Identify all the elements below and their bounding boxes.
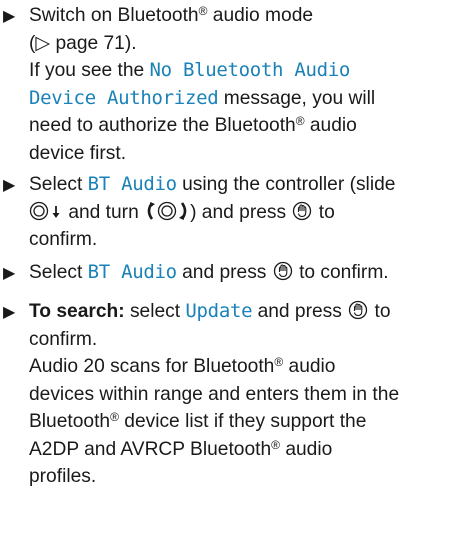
text-line: To search: select Update and press to (29, 298, 461, 326)
text-segment: audio (304, 115, 357, 136)
text-line: Select BT Audio and press to confirm. (29, 259, 461, 287)
text-segment: device first. (29, 142, 127, 164)
text-segment: audio (279, 438, 333, 460)
ui-term-highlight: BT Audio (87, 261, 177, 283)
text-segment: A2DP and AVRCP Bluetooth (29, 438, 272, 460)
text-segment: select (124, 301, 186, 322)
step-text: Select BT Audio using the controller (sl… (29, 171, 461, 254)
text-line: confirm. (29, 226, 461, 254)
registered-mark: ® (271, 437, 280, 452)
text-segment: confirm. (29, 229, 98, 250)
text-segment: using the controller (slide (176, 174, 396, 195)
bold-lead-in: To search: (29, 301, 125, 322)
text-segment: ) and press (190, 201, 292, 223)
bullet-arrow-icon: ▶ (3, 265, 16, 282)
text-segment: (▷ page 71). (29, 32, 137, 54)
ui-term-highlight: No Bluetooth Audio (149, 59, 351, 81)
text-segment: devices within range and enters them in … (29, 383, 400, 405)
text-line: confirm. (29, 326, 461, 354)
step-text: Switch on Bluetooth® audio mode (▷ page 7… (29, 2, 461, 167)
step-text: Select BT Audio and press to confirm. (29, 259, 461, 287)
text-line: need to authorize the Bluetooth® audio (29, 112, 461, 140)
text-segment: Switch on Bluetooth (29, 5, 199, 26)
text-line: Bluetooth® device list if they support t… (29, 408, 461, 436)
text-segment: Audio 20 scans for Bluetooth (29, 356, 275, 377)
registered-mark: ® (295, 114, 305, 128)
controller-press-icon (347, 300, 369, 329)
controller-press-icon (272, 261, 294, 290)
text-line: If you see the No Bluetooth Audio (29, 57, 461, 85)
text-segment: confirm. (29, 328, 98, 350)
controller-press-icon (291, 201, 313, 230)
text-segment: and turn (63, 201, 145, 223)
text-segment: need to authorize the Bluetooth (29, 115, 296, 136)
ui-term-highlight: BT Audio (87, 173, 177, 195)
text-line: device first. (29, 140, 461, 168)
registered-mark: ® (274, 355, 284, 369)
text-segment: device list if they support the (118, 411, 367, 432)
text-segment: Bluetooth (29, 411, 111, 432)
text-line: Device Authorized message, you will (29, 85, 461, 113)
text-segment: Select (29, 262, 88, 283)
text-line: profiles. (29, 463, 461, 491)
text-segment: to (369, 301, 391, 322)
text-segment: and press (176, 262, 272, 283)
text-segment: Select (29, 174, 88, 195)
text-segment: message, you will (218, 87, 376, 109)
text-segment: audio mode (207, 5, 314, 26)
registered-mark: ® (110, 410, 119, 424)
registered-mark: ® (198, 4, 208, 18)
bullet-arrow-icon: ▶ (3, 8, 16, 25)
step-text: To search: select Update and press to con… (29, 298, 461, 491)
text-line: Select BT Audio using the controller (sl… (29, 171, 461, 199)
controller-slide-down-icon (29, 201, 63, 230)
text-line: Switch on Bluetooth® audio mode (29, 2, 461, 30)
text-line: Audio 20 scans for Bluetooth® audio (29, 353, 461, 381)
text-segment: to confirm. (293, 262, 389, 283)
text-segment: to (313, 201, 335, 223)
bullet-arrow-icon: ▶ (3, 177, 16, 194)
controller-turn-icon (144, 201, 190, 230)
text-segment: If you see the (29, 60, 150, 81)
text-line: and turn ) and press to (29, 199, 461, 227)
ui-term-highlight: Update (185, 300, 253, 322)
bullet-arrow-icon: ▶ (3, 304, 16, 321)
text-segment: audio (283, 356, 336, 377)
text-line: A2DP and AVRCP Bluetooth® audio (29, 436, 461, 464)
ui-term-highlight: Device Authorized (29, 86, 219, 109)
text-segment: and press (252, 301, 348, 322)
text-segment: profiles. (29, 466, 97, 487)
text-line: devices within range and enters them in … (29, 381, 461, 409)
text-line: (▷ page 71). (29, 30, 461, 58)
